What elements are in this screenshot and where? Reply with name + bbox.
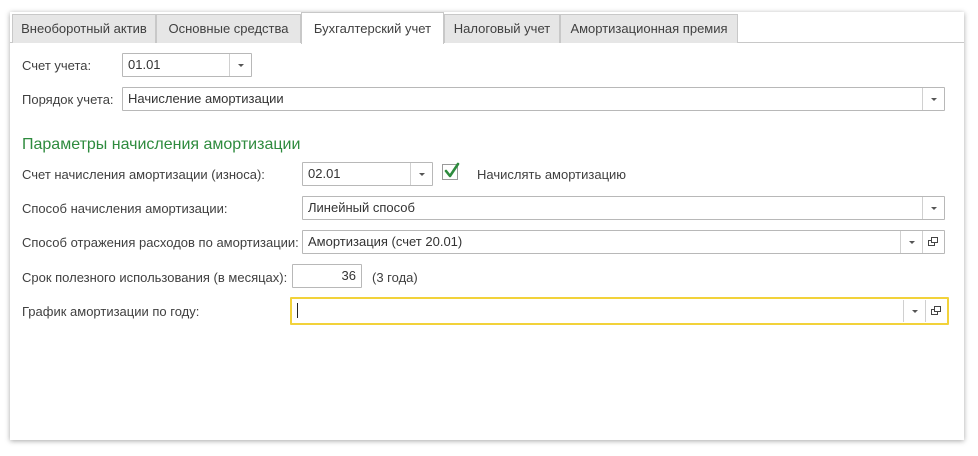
text-caret bbox=[297, 303, 298, 318]
expense-field[interactable]: Амортизация (счет 20.01) bbox=[302, 230, 945, 254]
accounting-panel: Счет учета: 01.01 Порядок учета: Начисле… bbox=[10, 44, 964, 440]
method-value: Линейный способ bbox=[308, 200, 415, 215]
order-field[interactable]: Начисление амортизации bbox=[122, 87, 945, 111]
account-field[interactable]: 01.01 bbox=[122, 53, 252, 77]
schedule-field[interactable] bbox=[290, 297, 949, 325]
chevron-down-icon[interactable] bbox=[922, 197, 944, 219]
account-value: 01.01 bbox=[128, 57, 161, 72]
account-label: Счет учета: bbox=[22, 58, 92, 73]
schedule-label: График амортизации по году: bbox=[22, 304, 200, 319]
accrue-checkbox-label[interactable]: Начислять амортизацию bbox=[477, 167, 626, 182]
depr-account-field[interactable]: 02.01 bbox=[302, 162, 433, 186]
order-value: Начисление амортизации bbox=[128, 91, 284, 106]
open-icon[interactable] bbox=[922, 231, 944, 253]
tab-tax-accounting[interactable]: Налоговый учет bbox=[444, 14, 560, 43]
depr-account-label: Счет начисления амортизации (износа): bbox=[22, 167, 265, 182]
term-input[interactable]: 36 bbox=[292, 264, 362, 288]
term-hint: (3 года) bbox=[372, 270, 418, 285]
accrue-checkbox[interactable] bbox=[442, 162, 460, 180]
expense-label: Способ отражения расходов по амортизации… bbox=[22, 235, 299, 250]
term-value: 36 bbox=[341, 268, 356, 283]
tab-fixed-assets[interactable]: Основные средства bbox=[156, 14, 301, 43]
depr-account-value: 02.01 bbox=[308, 166, 341, 181]
term-label: Срок полезного использования (в месяцах)… bbox=[22, 270, 288, 285]
chevron-down-icon[interactable] bbox=[229, 54, 251, 76]
tab-noncurrent-asset[interactable]: Внеоборотный актив bbox=[12, 14, 156, 43]
chevron-down-icon[interactable] bbox=[903, 300, 925, 322]
tab-depreciation-bonus[interactable]: Амортизационная премия bbox=[560, 14, 738, 43]
document-form: Внеоборотный актив Основные средства Бух… bbox=[10, 12, 964, 440]
method-field[interactable]: Линейный способ bbox=[302, 196, 945, 220]
chevron-down-icon[interactable] bbox=[900, 231, 922, 253]
method-label: Способ начисления амортизации: bbox=[22, 201, 228, 216]
section-title: Параметры начисления амортизации bbox=[22, 136, 301, 153]
tab-bar: Внеоборотный актив Основные средства Бух… bbox=[10, 12, 964, 44]
expense-value: Амортизация (счет 20.01) bbox=[308, 234, 463, 249]
open-icon[interactable] bbox=[925, 300, 947, 322]
tab-accounting[interactable]: Бухгалтерский учет bbox=[301, 12, 444, 44]
checkmark-icon bbox=[444, 162, 460, 178]
chevron-down-icon[interactable] bbox=[922, 88, 944, 110]
chevron-down-icon[interactable] bbox=[410, 163, 432, 185]
order-label: Порядок учета: bbox=[22, 92, 114, 107]
